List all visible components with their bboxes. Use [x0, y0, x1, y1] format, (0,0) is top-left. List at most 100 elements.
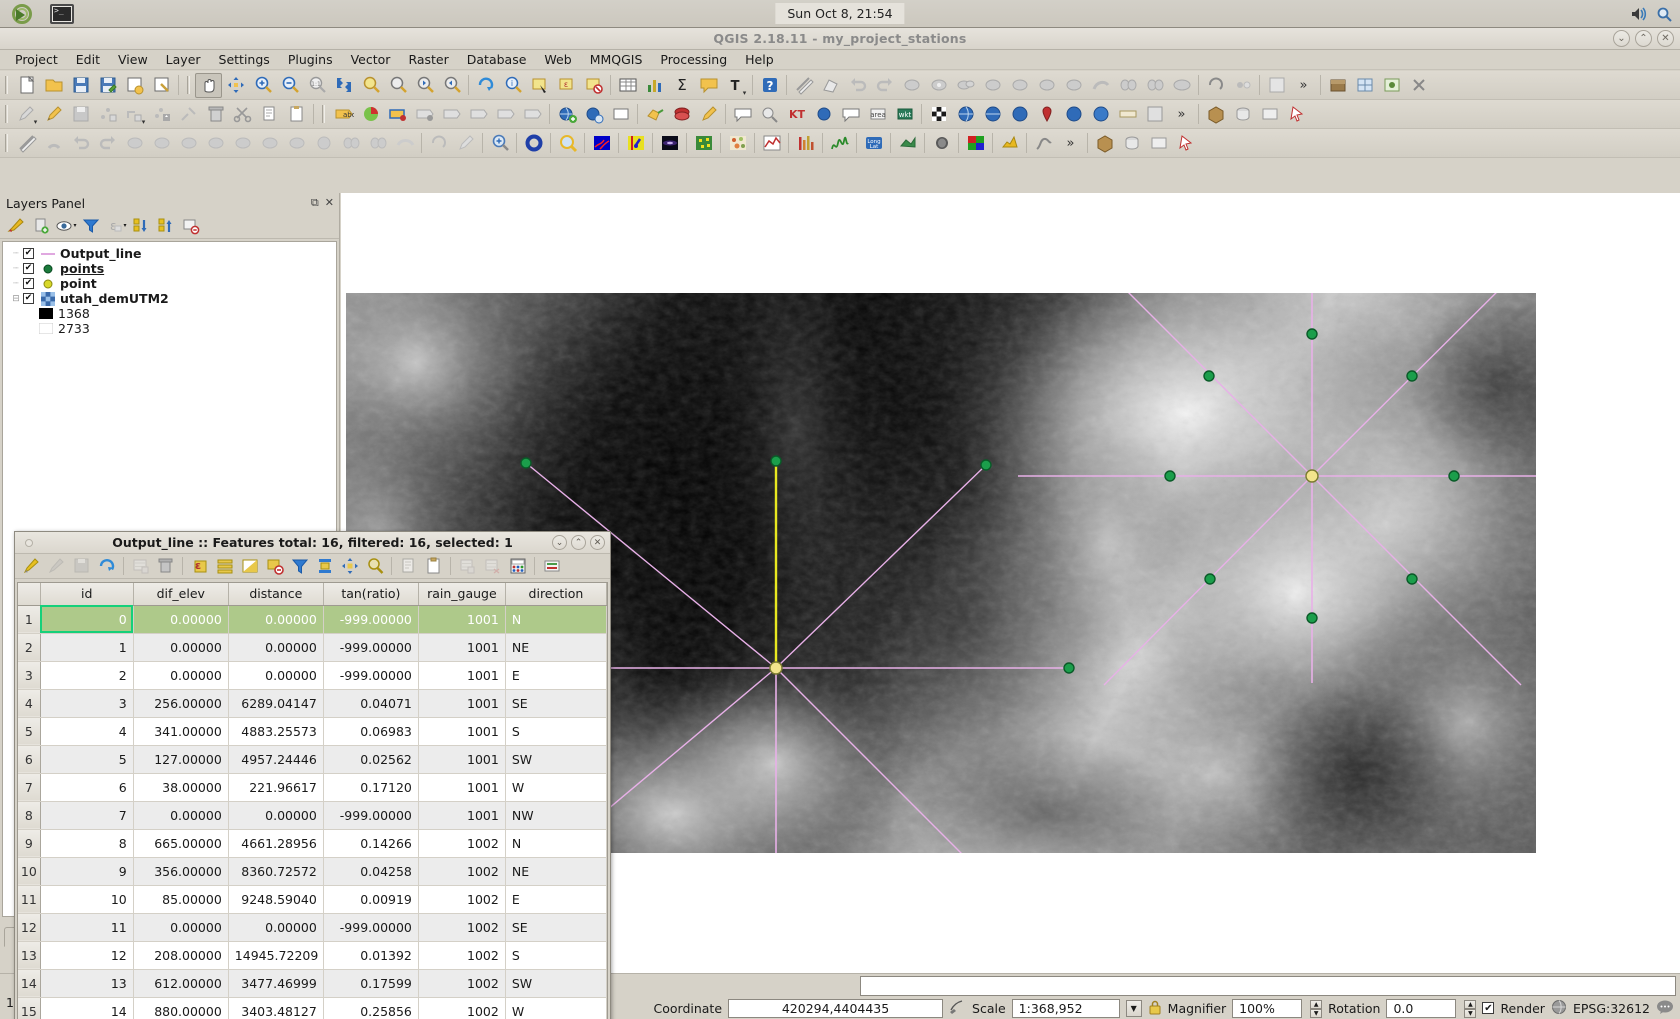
- long-lat-icon[interactable]: Long Lat: [860, 131, 887, 156]
- collapse-all-icon[interactable]: [154, 215, 178, 237]
- save-project-icon[interactable]: [67, 73, 94, 98]
- toolbar-grip[interactable]: [185, 74, 192, 96]
- cell-dif-elev[interactable]: 0.00000: [133, 605, 229, 634]
- diagram-icon[interactable]: [357, 102, 384, 127]
- move-feature-icon[interactable]: [148, 102, 175, 127]
- mouse-position-icon[interactable]: [928, 131, 955, 156]
- menu-mmqgis[interactable]: MMQGIS: [581, 50, 652, 69]
- arrow-tool-icon[interactable]: [1283, 102, 1310, 127]
- paste-icon[interactable]: [421, 555, 446, 577]
- menu-plugins[interactable]: Plugins: [279, 50, 342, 69]
- cell-direction[interactable]: NE: [505, 857, 607, 886]
- network-analysis-icon[interactable]: [588, 131, 615, 156]
- rotate-label-icon[interactable]: [411, 102, 438, 127]
- cell-dif-elev[interactable]: 127.00000: [133, 745, 229, 774]
- globe-tool4-icon[interactable]: [1060, 102, 1087, 127]
- expand-all-icon[interactable]: [129, 215, 153, 237]
- gps-tools-icon[interactable]: [1378, 73, 1405, 98]
- processing-box-icon[interactable]: [1091, 131, 1118, 156]
- row-number-cell[interactable]: 7: [18, 773, 41, 802]
- undo2-icon[interactable]: [67, 131, 94, 156]
- select-by-expression-icon[interactable]: ε: [187, 555, 212, 577]
- shape-tool-9-icon[interactable]: [337, 131, 364, 156]
- cell-direction[interactable]: SW: [505, 969, 607, 998]
- cell-direction[interactable]: S: [505, 941, 607, 970]
- column-header-rain-gauge[interactable]: rain_gauge: [418, 583, 506, 606]
- cell-tan-ratio[interactable]: 0.14266: [323, 829, 419, 858]
- reload-icon[interactable]: [94, 555, 119, 577]
- cell-tan-ratio[interactable]: 0.00919: [323, 885, 419, 914]
- column-header-direction[interactable]: direction: [505, 583, 607, 606]
- menu-settings[interactable]: Settings: [210, 50, 279, 69]
- cell-rain-gauge[interactable]: 1002: [418, 857, 506, 886]
- layer-visibility-checkbox[interactable]: [23, 293, 34, 304]
- layer-row-points[interactable]: ┈ points: [3, 261, 336, 276]
- new-field-icon[interactable]: [128, 555, 153, 577]
- cell-id[interactable]: 4: [40, 717, 134, 746]
- offline-edit2-icon[interactable]: [1145, 131, 1172, 156]
- shape-tool-7-icon[interactable]: [283, 131, 310, 156]
- cell-direction[interactable]: NW: [505, 801, 607, 830]
- zoom-last-icon[interactable]: [411, 73, 438, 98]
- toolbar-grip[interactable]: [3, 132, 10, 154]
- menu-project[interactable]: Project: [6, 50, 67, 69]
- refresh-icon[interactable]: [472, 73, 499, 98]
- cell-direction[interactable]: NE: [505, 633, 607, 662]
- table-row[interactable]: 14 13 612.00000 3477.46999 0.17599 1002 SW: [18, 969, 607, 998]
- cell-rain-gauge[interactable]: 1001: [418, 717, 506, 746]
- cell-tan-ratio[interactable]: 0.04071: [323, 689, 419, 718]
- map-tips-icon[interactable]: [695, 73, 722, 98]
- cell-tan-ratio[interactable]: -999.00000: [323, 913, 419, 942]
- options-gear-icon[interactable]: [520, 131, 547, 156]
- copy-icon[interactable]: [396, 555, 421, 577]
- pin-labels-icon[interactable]: [465, 102, 492, 127]
- column-header-dif-elev[interactable]: dif_elev: [133, 583, 229, 606]
- menu-help[interactable]: Help: [736, 50, 783, 69]
- cell-distance[interactable]: 4883.25573: [228, 717, 324, 746]
- cell-dif-elev[interactable]: 85.00000: [133, 885, 229, 914]
- cell-dif-elev[interactable]: 356.00000: [133, 857, 229, 886]
- zoom-to-selection-icon[interactable]: [357, 73, 384, 98]
- remove-layer-icon[interactable]: [179, 215, 203, 237]
- lock-scale-icon[interactable]: [1148, 999, 1162, 1018]
- more-tools-icon[interactable]: »: [1290, 73, 1317, 98]
- cell-rain-gauge[interactable]: 1001: [418, 661, 506, 690]
- box-tool-icon[interactable]: [1202, 102, 1229, 127]
- highlight-labels-icon[interactable]: [519, 102, 546, 127]
- node-tool-icon[interactable]: [175, 102, 202, 127]
- cell-direction[interactable]: SW: [505, 745, 607, 774]
- cell-rain-gauge[interactable]: 1002: [418, 969, 506, 998]
- add-group-icon[interactable]: [29, 215, 53, 237]
- cell-distance[interactable]: 4957.24446: [228, 745, 324, 774]
- row-number-cell[interactable]: 14: [18, 969, 41, 998]
- close-button[interactable]: ✕: [1657, 30, 1674, 47]
- cell-tan-ratio[interactable]: 0.06983: [323, 717, 419, 746]
- rotation-stepper[interactable]: ▲ ▼: [1464, 999, 1477, 1018]
- cell-direction[interactable]: E: [505, 661, 607, 690]
- zoom-to-selection-icon[interactable]: [362, 555, 387, 577]
- cell-dif-elev[interactable]: 880.00000: [133, 997, 229, 1019]
- help-icon[interactable]: ?: [756, 73, 783, 98]
- cell-rain-gauge[interactable]: 1002: [418, 997, 506, 1019]
- field-calculator-icon[interactable]: [505, 555, 530, 577]
- cell-id[interactable]: 2: [40, 661, 134, 690]
- table-row[interactable]: 11 10 85.00000 9248.59040 0.00919 1002 E: [18, 885, 607, 914]
- sum-icon[interactable]: Σ: [668, 73, 695, 98]
- fill-ring-icon[interactable]: [979, 73, 1006, 98]
- add-wfs-layer-icon[interactable]: [580, 102, 607, 127]
- cell-dif-elev[interactable]: 256.00000: [133, 689, 229, 718]
- cell-id[interactable]: 8: [40, 829, 134, 858]
- cell-tan-ratio[interactable]: 0.02562: [323, 745, 419, 774]
- cell-dif-elev[interactable]: 665.00000: [133, 829, 229, 858]
- pan-map-icon[interactable]: [195, 72, 222, 98]
- delete-part-icon[interactable]: [1033, 73, 1060, 98]
- rotation-input[interactable]: 0.0: [1386, 998, 1457, 1018]
- heatmap-icon[interactable]: [724, 131, 751, 156]
- menu-database[interactable]: Database: [458, 50, 536, 69]
- toolbar-grip[interactable]: [3, 103, 10, 125]
- cell-id[interactable]: 12: [40, 941, 134, 970]
- scale-dropdown-arrow[interactable]: ▼: [1125, 999, 1142, 1017]
- layer-row-utah-dem[interactable]: ⊟ utah_demUTM2: [3, 291, 336, 306]
- mmqgis-icon[interactable]: [1141, 102, 1168, 127]
- wkt-tool-icon[interactable]: wkt: [891, 102, 918, 127]
